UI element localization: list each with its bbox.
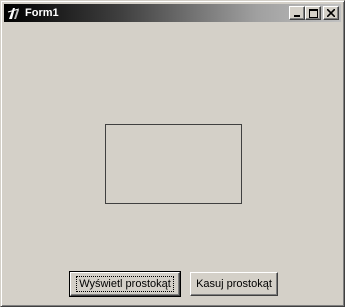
close-icon (327, 9, 335, 17)
form-client-area: Wyświetl prostokąt Kasuj prostokąt (5, 24, 342, 304)
window-title: Form1 (25, 7, 59, 19)
minimize-icon (294, 15, 300, 17)
clear-rectangle-button[interactable]: Kasuj prostokąt (190, 272, 278, 296)
show-rectangle-button[interactable]: Wyświetl prostokąt (69, 271, 181, 297)
app-icon (6, 5, 22, 21)
clear-rectangle-label: Kasuj prostokąt (196, 278, 272, 290)
caption-buttons (289, 6, 339, 20)
maximize-icon (308, 8, 318, 18)
minimize-button[interactable] (289, 6, 305, 20)
form1-window: Form1 Wyświetl prostokąt Kasuj prostokąt (0, 0, 345, 307)
title-bar[interactable]: Form1 (4, 4, 341, 22)
rectangle-shape (105, 124, 242, 204)
maximize-button[interactable] (305, 6, 321, 20)
close-button[interactable] (323, 6, 339, 20)
show-rectangle-label: Wyświetl prostokąt (76, 276, 174, 292)
